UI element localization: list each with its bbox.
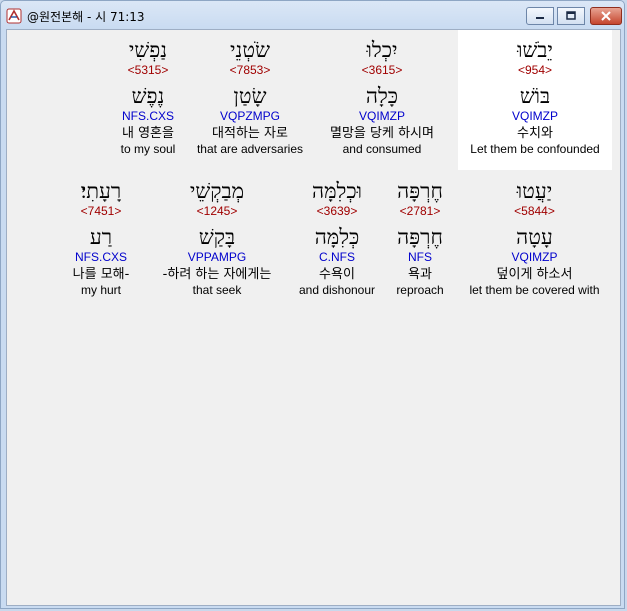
morphology-code[interactable]: VPPAMPG bbox=[147, 250, 287, 264]
morphology-code[interactable]: NFS bbox=[388, 250, 452, 264]
morphology-code[interactable]: VQIMZP bbox=[458, 109, 612, 123]
english-gloss: my hurt bbox=[80, 283, 121, 297]
word-block[interactable]: חֶרְפָּה <2781> חֶרְפָּה NFS 욕과 reproach bbox=[388, 171, 452, 311]
korean-gloss: 수치와 bbox=[517, 126, 553, 141]
english-gloss: that are adversaries bbox=[196, 142, 304, 156]
strong-number[interactable]: <7451> bbox=[61, 204, 141, 218]
word-block[interactable]: יִכְלוּ <3615> כָּלָה VQIMZP 멸망을 당케 하시며 … bbox=[315, 30, 449, 170]
interlinear-panel: יֵבֹשׁוּ <954> בּוֹשׁ VQIMZP 수치와 Let the… bbox=[6, 29, 621, 606]
window-title: @원전본해 - 시 71:13 bbox=[27, 10, 145, 24]
morphology-code[interactable]: VQPZMPG bbox=[190, 109, 310, 123]
english-gloss: and dishonour bbox=[298, 283, 376, 297]
hebrew-word: רָעָתִי׃ bbox=[80, 179, 122, 203]
word-block[interactable]: יֵבֹשׁוּ <954> בּוֹשׁ VQIMZP 수치와 Let the… bbox=[458, 30, 612, 170]
hebrew-word: שֹׂטְנֵי bbox=[230, 38, 270, 62]
english-gloss: and consumed bbox=[342, 142, 422, 156]
strong-number[interactable]: <3615> bbox=[315, 63, 449, 77]
word-block[interactable]: נַפְשִׁי <5315> נֶפֶשׁ NFS.CXS 내 영혼을 to … bbox=[109, 30, 187, 170]
korean-gloss: 욕과 bbox=[408, 267, 432, 282]
hebrew-word: יֵבֹשׁוּ bbox=[517, 38, 553, 62]
korean-gloss: 내 영혼을 bbox=[122, 126, 174, 141]
lemma-word: נֶפֶשׁ bbox=[131, 84, 165, 108]
morphology-code[interactable]: NFS.CXS bbox=[61, 250, 141, 264]
korean-gloss: 나를 모해- bbox=[72, 267, 130, 282]
close-button[interactable] bbox=[590, 7, 622, 25]
word-block[interactable]: רָעָתִי׃ <7451> רַע NFS.CXS 나를 모해- my hu… bbox=[61, 171, 141, 311]
lemma-word: כְּלִמָּה bbox=[314, 225, 360, 249]
english-gloss: that seek bbox=[192, 283, 242, 297]
hebrew-word: חֶרְפָּה bbox=[397, 179, 443, 203]
lemma-word: בָּקַשׁ bbox=[198, 225, 236, 249]
english-gloss: to my soul bbox=[120, 142, 176, 156]
minimize-icon bbox=[527, 8, 553, 24]
strong-number[interactable]: <3639> bbox=[293, 204, 381, 218]
morphology-code[interactable]: NFS.CXS bbox=[109, 109, 187, 123]
strong-number[interactable]: <1245> bbox=[147, 204, 287, 218]
minimize-button[interactable] bbox=[526, 7, 554, 25]
hebrew-word: יִכְלוּ bbox=[366, 38, 398, 62]
app-logo-icon bbox=[6, 8, 22, 24]
english-gloss: reproach bbox=[396, 283, 444, 297]
korean-gloss: 멸망을 당케 하시며 bbox=[330, 126, 434, 141]
hebrew-word: נַפְשִׁי bbox=[128, 38, 168, 62]
strong-number[interactable]: <2781> bbox=[388, 204, 452, 218]
lemma-word: כָּלָה bbox=[365, 84, 399, 108]
lemma-word: שָׂטַן bbox=[233, 84, 267, 108]
lemma-word: רַע bbox=[89, 225, 113, 249]
morphology-code[interactable]: VQIMZP bbox=[459, 250, 610, 264]
maximize-button[interactable] bbox=[557, 7, 585, 25]
strong-number[interactable]: <954> bbox=[458, 63, 612, 77]
english-gloss: let them be covered with bbox=[469, 283, 600, 297]
korean-gloss: 덮이게 하소서 bbox=[496, 267, 573, 282]
lemma-word: חֶרְפָּה bbox=[397, 225, 443, 249]
hebrew-word: וּכְלִמָּה bbox=[312, 179, 362, 203]
morphology-code[interactable]: C.NFS bbox=[293, 250, 381, 264]
korean-gloss: -하려 하는 자에게는 bbox=[162, 267, 272, 282]
app-window: @원전본해 - 시 71:13 יֵבֹשׁוּ <954> בּוֹשׁ VQ… bbox=[0, 0, 625, 609]
maximize-icon bbox=[558, 8, 584, 24]
word-block[interactable]: מְבַקְשֵׁי <1245> בָּקַשׁ VPPAMPG -하려 하는… bbox=[147, 171, 287, 311]
word-block[interactable]: שֹׂטְנֵי <7853> שָׂטַן VQPZMPG 대적하는 자로 t… bbox=[190, 30, 310, 170]
strong-number[interactable]: <5315> bbox=[109, 63, 187, 77]
english-gloss: Let them be confounded bbox=[470, 142, 600, 156]
strong-number[interactable]: <5844> bbox=[459, 204, 610, 218]
word-block[interactable]: וּכְלִמָּה <3639> כְּלִמָּה C.NFS 수욕이 an… bbox=[293, 171, 381, 311]
hebrew-word: מְבַקְשֵׁי bbox=[189, 179, 245, 203]
close-icon bbox=[591, 8, 621, 24]
word-block[interactable]: יַעֲטוּ <5844> עָטָה VQIMZP 덮이게 하소서 let … bbox=[459, 171, 610, 311]
lemma-word: בּוֹשׁ bbox=[519, 84, 551, 108]
lemma-word: עָטָה bbox=[516, 225, 553, 249]
hebrew-word: יַעֲטוּ bbox=[516, 179, 553, 203]
morphology-code[interactable]: VQIMZP bbox=[315, 109, 449, 123]
korean-gloss: 수욕이 bbox=[319, 267, 355, 282]
title-bar[interactable]: @원전본해 - 시 71:13 bbox=[1, 1, 624, 29]
korean-gloss: 대적하는 자로 bbox=[212, 126, 288, 141]
strong-number[interactable]: <7853> bbox=[190, 63, 310, 77]
